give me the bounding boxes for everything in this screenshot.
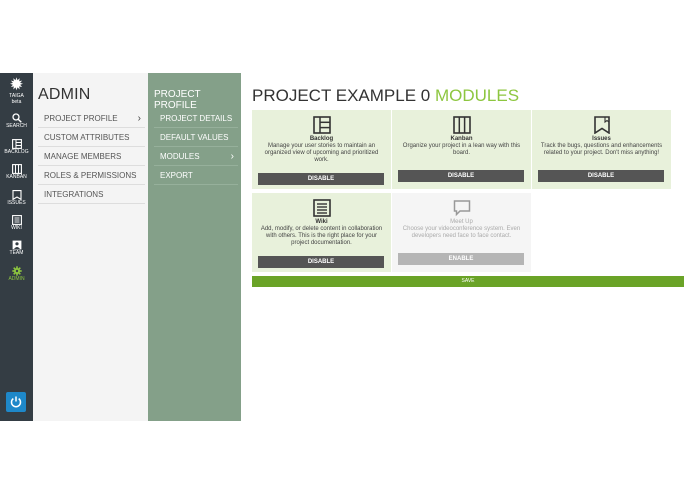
module-backlog: Backlog Manage your user stories to main… [252, 110, 391, 189]
issues-disable-button[interactable]: DISABLE [538, 170, 664, 182]
rail-label-admin: ADMIN [8, 276, 25, 282]
admin-item-label: INTEGRATIONS [44, 190, 104, 199]
module-name: Backlog [309, 136, 334, 142]
section-name: MODULES [434, 86, 520, 105]
kanban-disable-button[interactable]: DISABLE [398, 170, 524, 182]
rail-item-wiki[interactable]: WIKI [0, 215, 33, 232]
module-name: Kanban [450, 136, 473, 142]
save-button[interactable]: SAVE [252, 276, 684, 287]
sub-item-label: EXPORT [160, 171, 193, 180]
module-name: Issues [592, 136, 611, 142]
admin-menu: ADMIN PROJECT PROFILE › CUSTOM ATTRIBUTE… [33, 73, 148, 421]
issues-icon [11, 190, 22, 200]
rail-label-kanban: KANBAN [6, 174, 27, 180]
rail-label-backlog: BACKLOG [4, 149, 29, 155]
module-description: Add, modify, or delete content in collab… [260, 226, 383, 246]
rail-label-issues: ISSUES [7, 200, 26, 206]
power-button[interactable] [6, 392, 26, 412]
sub-item-label: PROJECT DETAILS [160, 114, 233, 123]
wiki-icon [312, 199, 331, 217]
page-title: PROJECT EXAMPLE 0 MODULES [252, 86, 519, 106]
rail-label-team: TEAM [9, 250, 24, 256]
kanban-icon [11, 164, 22, 174]
module-name: Meet Up [450, 219, 473, 225]
chat-icon [453, 200, 470, 217]
issues-icon [593, 116, 610, 134]
sub-item-label: MODULES [160, 152, 200, 161]
backlog-disable-button[interactable]: DISABLE [258, 173, 384, 185]
module-wiki: Wiki Add, modify, or delete content in c… [252, 193, 391, 272]
rail-item-backlog[interactable]: BACKLOG [0, 139, 33, 156]
kanban-icon [452, 116, 471, 134]
rail-item-team[interactable]: TEAM [0, 240, 33, 257]
logo-subtext: beta [11, 99, 22, 105]
rail-item-search[interactable]: SEARCH [0, 113, 33, 130]
project-name: PROJECT EXAMPLE 0 [252, 86, 431, 105]
taiga-logo-icon: ✹ [9, 75, 24, 94]
main-content: PROJECT EXAMPLE 0 MODULES Backlog Manage… [252, 73, 684, 421]
module-name: Wiki [315, 219, 328, 225]
search-icon [11, 113, 22, 123]
gear-icon [11, 266, 22, 276]
module-description: Manage your user stories to maintain an … [264, 143, 379, 163]
admin-item-label: CUSTOM ATTRIBUTES [44, 133, 130, 142]
backlog-icon [11, 139, 22, 149]
wiki-icon [11, 215, 22, 225]
project-profile-title: PROJECT PROFILE [154, 89, 201, 111]
power-icon [10, 396, 22, 408]
taiga-logo[interactable]: ✹ TAIGA beta [0, 75, 33, 105]
module-issues: Issues Track the bugs, questions and enh… [532, 110, 671, 189]
sub-item-modules[interactable]: MODULES › [154, 147, 238, 166]
chevron-right-icon: › [137, 113, 141, 124]
admin-item-project-profile[interactable]: PROJECT PROFILE › [38, 109, 145, 128]
team-icon [12, 240, 21, 250]
wiki-disable-button[interactable]: DISABLE [258, 256, 384, 268]
rail-label-wiki: WIKI [11, 225, 22, 231]
module-kanban: Kanban Organize your project in a lean w… [392, 110, 531, 189]
module-description: Organize your project in a lean way with… [402, 143, 521, 156]
sub-item-export[interactable]: EXPORT [154, 166, 238, 185]
admin-item-label: PROJECT PROFILE [44, 114, 118, 123]
admin-item-manage-members[interactable]: MANAGE MEMBERS [38, 147, 145, 166]
admin-title: ADMIN [38, 86, 91, 103]
module-meet-up: Meet Up Choose your videoconference syst… [392, 193, 531, 272]
module-description: Choose your videoconference system. Even… [402, 226, 521, 239]
sub-item-project-details[interactable]: PROJECT DETAILS [154, 109, 238, 128]
admin-item-integrations[interactable]: INTEGRATIONS [38, 185, 145, 204]
rail-item-kanban[interactable]: KANBAN [0, 164, 33, 181]
app-window: ✹ TAIGA beta SEARCH BACKLOG KANBAN ISSUE… [0, 73, 695, 421]
admin-item-roles-permissions[interactable]: ROLES & PERMISSIONS [38, 166, 145, 185]
meet-up-enable-button[interactable]: ENABLE [398, 253, 524, 265]
admin-item-custom-attributes[interactable]: CUSTOM ATTRIBUTES [38, 128, 145, 147]
rail-item-admin[interactable]: ADMIN [0, 266, 33, 283]
chevron-right-icon: › [230, 151, 234, 162]
project-profile-list: PROJECT DETAILS DEFAULT VALUES MODULES ›… [154, 109, 238, 185]
rail-label-search: SEARCH [6, 123, 27, 129]
rail-item-issues[interactable]: ISSUES [0, 190, 33, 207]
admin-item-label: ROLES & PERMISSIONS [44, 171, 137, 180]
backlog-icon [312, 116, 331, 134]
sub-item-default-values[interactable]: DEFAULT VALUES [154, 128, 238, 147]
sub-item-label: DEFAULT VALUES [160, 133, 229, 142]
module-description: Track the bugs, questions and enhancemen… [540, 143, 663, 156]
icon-rail: ✹ TAIGA beta SEARCH BACKLOG KANBAN ISSUE… [0, 73, 33, 421]
admin-item-label: MANAGE MEMBERS [44, 152, 122, 161]
project-profile-menu: PROJECT PROFILE PROJECT DETAILS DEFAULT … [148, 73, 241, 421]
admin-menu-list: PROJECT PROFILE › CUSTOM ATTRIBUTES MANA… [38, 109, 145, 204]
